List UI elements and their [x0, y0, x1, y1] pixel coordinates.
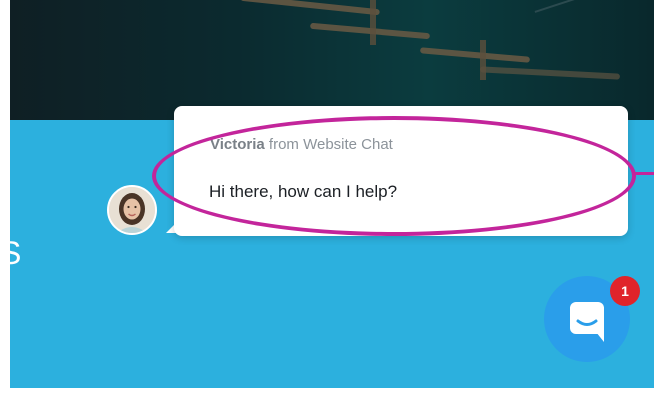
annotation-pointer-line [632, 172, 654, 175]
sender-name: Victoria [210, 136, 265, 153]
partial-heading: S [0, 235, 22, 271]
railing-post-graphic [370, 0, 376, 45]
hero-background [10, 0, 654, 120]
unread-count-badge: 1 [610, 276, 640, 306]
railing-graphic [419, 47, 531, 63]
chat-message-popup[interactable]: Victoria from Website Chat Hi there, how… [174, 106, 628, 236]
beam-graphic [534, 0, 654, 13]
agent-avatar [107, 185, 157, 235]
sender-source: from Website Chat [264, 136, 393, 153]
page-bottom-edge [0, 388, 654, 396]
chat-sender: Victoria from Website Chat [210, 136, 393, 153]
chat-message-text: Hi there, how can I help? [209, 182, 398, 201]
avatar-portrait-icon [109, 187, 155, 233]
railing-post-graphic [480, 40, 486, 80]
railing-graphic [240, 0, 380, 16]
railing-graphic [479, 66, 621, 80]
